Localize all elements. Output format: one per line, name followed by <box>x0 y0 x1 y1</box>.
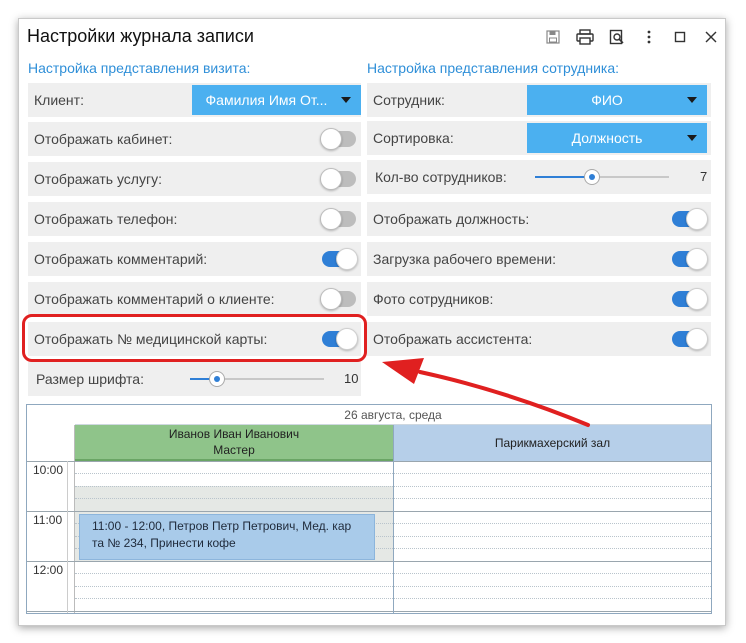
annotation-arrow <box>382 358 590 427</box>
